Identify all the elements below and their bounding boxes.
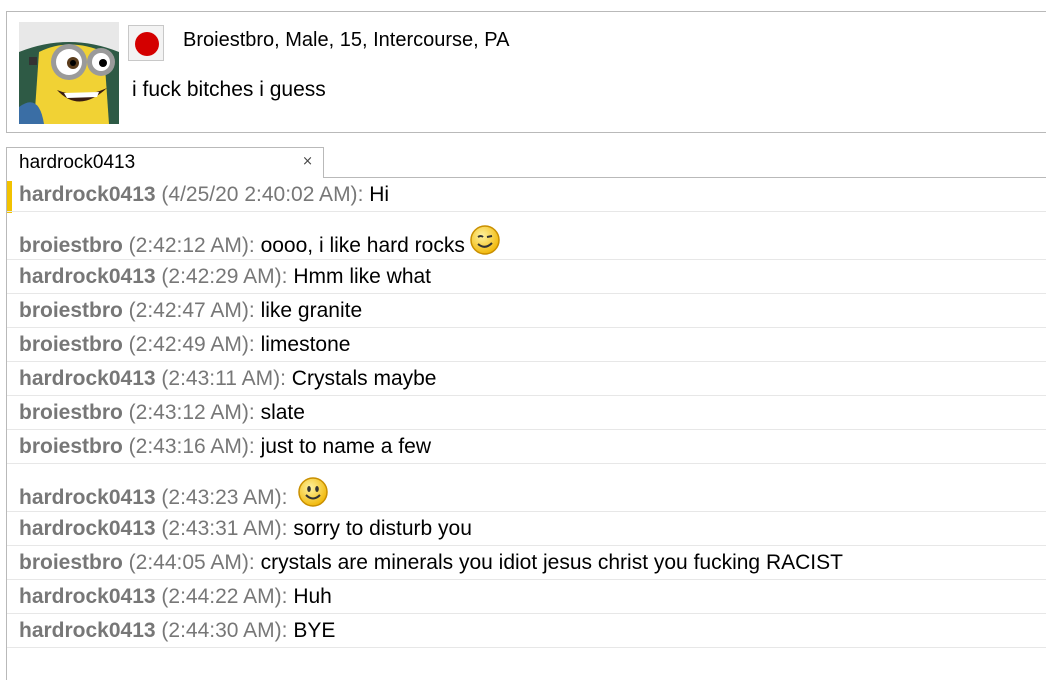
profile-info: Broiestbro, Male, 15, Intercourse, PA [183, 29, 510, 51]
tab-label: hardrock0413 [19, 152, 136, 173]
message-text: Crystals maybe [291, 367, 437, 390]
message-text: Hi [369, 183, 390, 206]
message-timestamp: (2:42:12 AM) [122, 234, 249, 258]
message-username[interactable]: broiestbro [19, 401, 123, 424]
message-timestamp: (4/25/20 2:40:02 AM) [155, 183, 358, 206]
message-separator: : [281, 585, 294, 608]
message-row: broiestbro (2:42:12 AM): oooo, i like ha… [7, 212, 1046, 260]
message-row: hardrock0413 (4/25/20 2:40:02 AM): Hi [7, 178, 1046, 212]
message-text: like granite [260, 299, 363, 322]
message-username[interactable]: broiestbro [19, 435, 123, 458]
message-username[interactable]: hardrock0413 [19, 265, 156, 288]
message-row: hardrock0413 (2:44:22 AM): Huh [7, 580, 1046, 614]
message-row: hardrock0413 (2:43:11 AM): Crystals mayb… [7, 362, 1046, 396]
message-timestamp: (2:43:23 AM) [155, 486, 282, 510]
message-username[interactable]: broiestbro [19, 551, 123, 574]
message-separator: : [248, 234, 261, 258]
message-username[interactable]: hardrock0413 [19, 183, 156, 206]
profile-header: Broiestbro, Male, 15, Intercourse, PA i … [6, 11, 1046, 133]
message-separator: : [248, 401, 261, 424]
minion-avatar-image [19, 22, 119, 124]
avatar[interactable] [19, 22, 119, 124]
message-text: Hmm like what [293, 265, 432, 288]
message-separator: : [281, 517, 294, 540]
message-text: BYE [293, 619, 336, 642]
message-text: slate [260, 401, 305, 424]
message-timestamp: (2:42:47 AM) [122, 299, 249, 322]
message-timestamp: (2:43:11 AM) [155, 367, 281, 390]
message-separator: : [248, 435, 261, 458]
message-username[interactable]: hardrock0413 [19, 486, 156, 509]
message-separator: : [248, 333, 261, 356]
message-text: crystals are minerals you idiot jesus ch… [260, 551, 843, 574]
wink-emoji-icon [469, 224, 501, 265]
message-text: sorry to disturb you [293, 517, 472, 540]
smile-emoji-icon [297, 476, 329, 517]
message-timestamp: (2:43:31 AM) [155, 517, 282, 540]
message-row: hardrock0413 (2:42:29 AM): Hmm like what [7, 260, 1046, 294]
flag-dot-icon [135, 32, 159, 56]
message-row: hardrock0413 (2:43:31 AM): sorry to dist… [7, 512, 1046, 546]
message-text: just to name a few [260, 435, 431, 458]
message-username[interactable]: hardrock0413 [19, 585, 156, 608]
message-username[interactable]: broiestbro [19, 299, 123, 322]
message-username[interactable]: broiestbro [19, 333, 123, 356]
message-row: broiestbro (2:43:16 AM): just to name a … [7, 430, 1046, 464]
message-separator: : [357, 183, 370, 206]
close-icon[interactable]: × [302, 154, 313, 169]
message-username[interactable]: hardrock0413 [19, 517, 156, 540]
country-flag [128, 25, 164, 61]
message-separator: : [281, 265, 294, 288]
message-row: broiestbro (2:44:05 AM): crystals are mi… [7, 546, 1046, 580]
message-username[interactable]: hardrock0413 [19, 619, 156, 642]
message-username[interactable]: hardrock0413 [19, 367, 156, 390]
message-separator: : [280, 367, 292, 390]
message-text: limestone [260, 333, 351, 356]
message-separator: : [281, 619, 294, 642]
message-row: broiestbro (2:42:49 AM): limestone [7, 328, 1046, 362]
message-timestamp: (2:43:12 AM) [122, 401, 249, 424]
message-separator: : [248, 299, 261, 322]
message-separator: : [281, 486, 294, 510]
message-timestamp: (2:44:30 AM) [155, 619, 282, 642]
tab-conversation[interactable]: hardrock0413 × [6, 147, 324, 178]
profile-status: i fuck bitches i guess [132, 78, 326, 101]
message-timestamp: (2:44:22 AM) [155, 585, 282, 608]
message-row: broiestbro (2:42:47 AM): like granite [7, 294, 1046, 328]
message-username[interactable]: broiestbro [19, 234, 123, 257]
message-text: oooo, i like hard rocks [260, 234, 465, 258]
message-timestamp: (2:42:49 AM) [122, 333, 249, 356]
chat-log[interactable]: hardrock0413 (4/25/20 2:40:02 AM): Hi bro… [6, 177, 1046, 680]
message-row: broiestbro (2:43:12 AM): slate [7, 396, 1046, 430]
message-timestamp: (2:43:16 AM) [122, 435, 249, 458]
message-timestamp: (2:44:05 AM) [122, 551, 249, 574]
message-row: hardrock0413 (2:43:23 AM): [7, 464, 1046, 512]
message-text: Huh [293, 585, 332, 608]
message-separator: : [248, 551, 261, 574]
message-timestamp: (2:42:29 AM) [155, 265, 282, 288]
message-row: hardrock0413 (2:44:30 AM): BYE [7, 614, 1046, 648]
